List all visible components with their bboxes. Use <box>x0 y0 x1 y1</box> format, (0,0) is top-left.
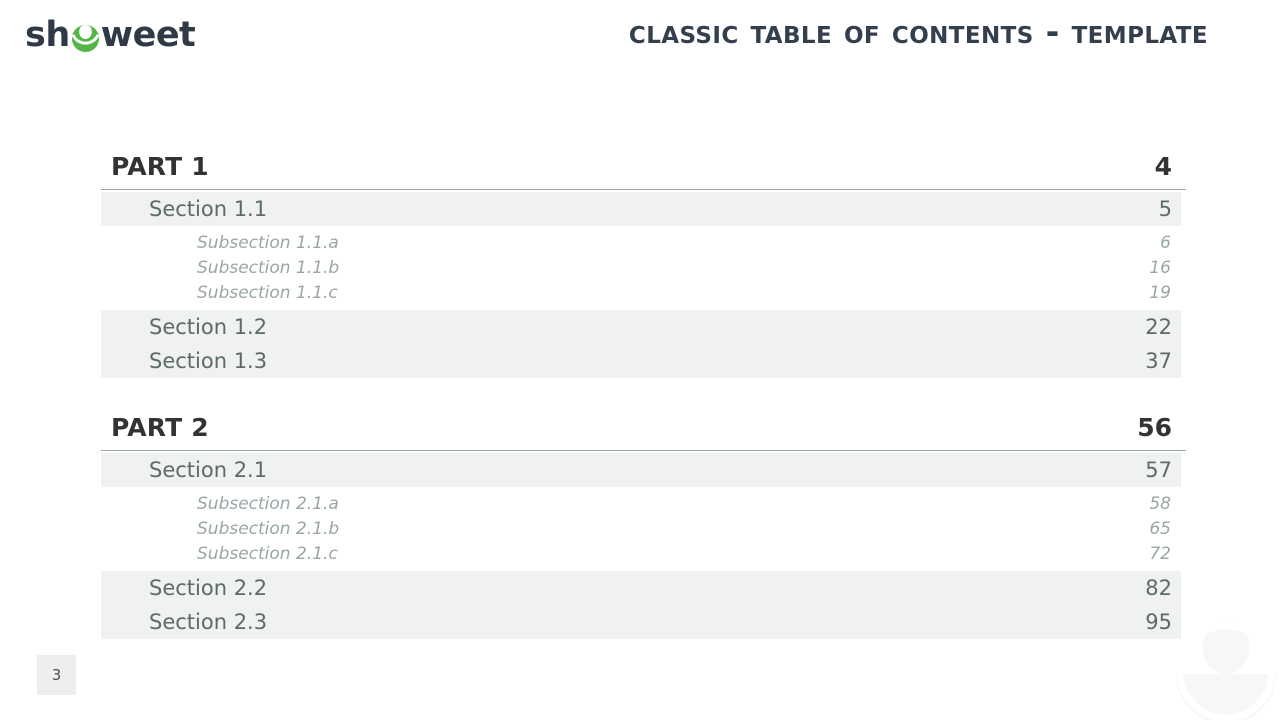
brand-logo-text-after: weet <box>100 14 196 55</box>
toc-subsection-page-number: 6 <box>1160 232 1171 253</box>
toc-section-row[interactable]: Section 1.2 22 <box>101 310 1181 344</box>
toc-section-page-number: 57 <box>1145 458 1172 482</box>
toc-subsection-row[interactable]: Subsection 2.1.b 65 <box>101 516 1181 541</box>
brand-logo-text-before: sh <box>25 14 70 55</box>
watermark-logo-mark <box>1166 614 1280 720</box>
toc-subsection-row[interactable]: Subsection 1.1.b 16 <box>101 255 1181 280</box>
toc-section-row[interactable]: Section 2.1 57 <box>101 453 1181 487</box>
page-title: Classic Table of Contents - Template <box>628 12 1208 51</box>
toc-section-group: Section 1.2 22 Section 1.3 37 <box>101 310 1181 378</box>
toc-part-divider <box>101 189 1186 190</box>
brand-logo-text: sh weet <box>25 14 196 55</box>
table-of-contents: PART 1 4 Section 1.1 5 Subsection 1.1.a 6 Subs… <box>101 146 1186 639</box>
toc-part-block: PART 1 4 Section 1.1 5 Subsection 1.1.a 6 Subs… <box>101 146 1186 378</box>
toc-section-label: Section 2.1 <box>149 458 268 482</box>
toc-part-page-number: 56 <box>1137 412 1172 442</box>
toc-section-label: Section 2.3 <box>149 610 268 634</box>
slide-number-badge: 3 <box>37 655 76 695</box>
toc-section-group: Section 2.1 57 <box>101 453 1181 487</box>
toc-section-row[interactable]: Section 2.2 82 <box>101 571 1181 605</box>
toc-subsection-row[interactable]: Subsection 1.1.a 6 <box>101 230 1181 255</box>
toc-subsection-label: Subsection 1.1.c <box>197 282 338 303</box>
toc-subsection-label: Subsection 1.1.b <box>197 257 340 278</box>
toc-section-page-number: 82 <box>1145 576 1172 600</box>
toc-part-divider <box>101 450 1186 451</box>
toc-section-row[interactable]: Section 1.3 37 <box>101 344 1181 378</box>
toc-part-label: PART 2 <box>111 412 209 442</box>
toc-part-page-number: 4 <box>1154 151 1172 181</box>
toc-subsection-group: Subsection 1.1.a 6 Subsection 1.1.b 16 Subse… <box>101 226 1181 310</box>
toc-section-row[interactable]: Section 2.3 95 <box>101 605 1181 639</box>
toc-part-row[interactable]: PART 2 56 <box>101 407 1181 447</box>
toc-section-label: Section 1.3 <box>149 349 268 373</box>
toc-subsection-page-number: 16 <box>1149 257 1171 278</box>
toc-subsection-label: Subsection 2.1.a <box>197 493 339 514</box>
toc-section-page-number: 95 <box>1145 610 1172 634</box>
toc-subsection-row[interactable]: Subsection 1.1.c 19 <box>101 280 1181 305</box>
toc-section-group: Section 2.2 82 Section 2.3 95 <box>101 571 1181 639</box>
toc-subsection-page-number: 65 <box>1149 518 1171 539</box>
toc-section-page-number: 22 <box>1145 315 1172 339</box>
leaf-circle-icon <box>71 24 100 53</box>
toc-section-page-number: 37 <box>1145 349 1172 373</box>
toc-subsection-label: Subsection 2.1.c <box>197 543 338 564</box>
toc-subsection-group: Subsection 2.1.a 58 Subsection 2.1.b 65 Subs… <box>101 487 1181 571</box>
toc-section-label: Section 1.2 <box>149 315 268 339</box>
toc-subsection-label: Subsection 1.1.a <box>197 232 339 253</box>
slide-canvas: sh weet Classic Table of Contents - Temp… <box>0 0 1280 720</box>
toc-section-label: Section 2.2 <box>149 576 268 600</box>
toc-section-row[interactable]: Section 1.1 5 <box>101 192 1181 226</box>
toc-subsection-page-number: 72 <box>1149 543 1171 564</box>
toc-part-row[interactable]: PART 1 4 <box>101 146 1181 186</box>
toc-subsection-page-number: 58 <box>1149 493 1171 514</box>
toc-section-label: Section 1.1 <box>149 197 268 221</box>
toc-subsection-row[interactable]: Subsection 2.1.a 58 <box>101 491 1181 516</box>
toc-subsection-page-number: 19 <box>1149 282 1171 303</box>
toc-section-page-number: 5 <box>1158 197 1172 221</box>
toc-subsection-label: Subsection 2.1.b <box>197 518 340 539</box>
toc-section-group: Section 1.1 5 <box>101 192 1181 226</box>
toc-part-block: PART 2 56 Section 2.1 57 Subsection 2.1.a 58 S… <box>101 407 1186 639</box>
toc-part-label: PART 1 <box>111 151 209 181</box>
toc-subsection-row[interactable]: Subsection 2.1.c 72 <box>101 541 1181 566</box>
brand-logo[interactable]: sh weet <box>25 14 196 56</box>
